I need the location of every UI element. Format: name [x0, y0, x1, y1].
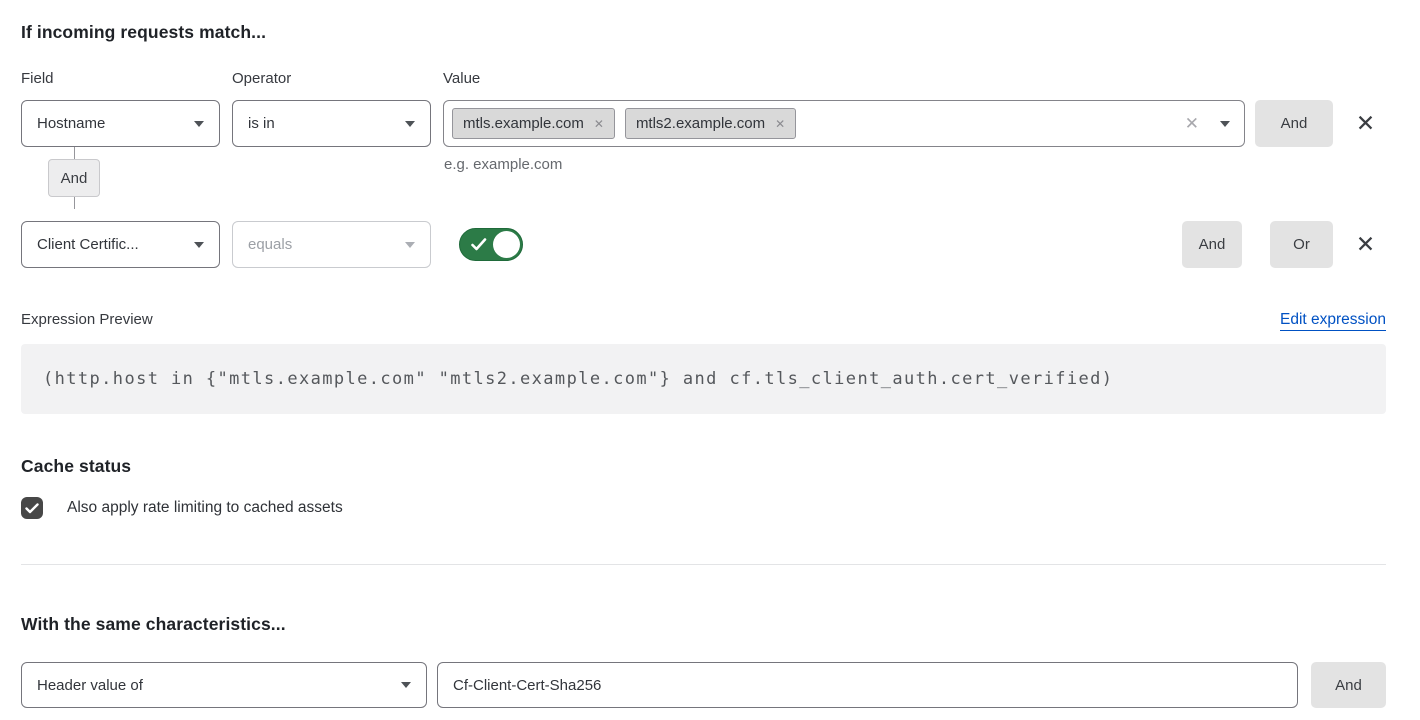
- and-button-row1[interactable]: And: [1255, 100, 1333, 147]
- cache-checkbox-row: Also apply rate limiting to cached asset…: [21, 497, 1386, 519]
- field-select-row2-value: Client Certific...: [37, 236, 139, 253]
- match-section-title: If incoming requests match...: [21, 22, 1386, 43]
- tag-remove-icon[interactable]: ✕: [594, 118, 604, 130]
- chevron-down-icon: [194, 242, 204, 248]
- characteristic-select[interactable]: Header value of: [21, 662, 427, 708]
- header-name-input[interactable]: [437, 662, 1298, 708]
- and-connector[interactable]: And: [48, 159, 100, 197]
- field-select-row1-value: Hostname: [37, 115, 105, 132]
- expression-header: Expression Preview Edit expression: [21, 311, 1386, 331]
- value-tag-text: mtls.example.com: [463, 115, 584, 132]
- clear-value-icon[interactable]: ✕: [1185, 115, 1199, 132]
- expression-preview-box: (http.host in {"mtls.example.com" "mtls2…: [21, 344, 1386, 414]
- field-column-label: Field: [21, 70, 220, 87]
- remove-row1-wrap: ✕: [1345, 112, 1386, 135]
- remove-condition-icon[interactable]: ✕: [1356, 112, 1375, 135]
- value-tag: mtls2.example.com ✕: [625, 108, 796, 139]
- check-icon: [471, 238, 487, 251]
- operator-column-label: Operator: [232, 70, 431, 87]
- operator-select-row1-value: is in: [248, 115, 275, 132]
- connector-wrap: And: [21, 147, 1386, 209]
- edit-expression-link[interactable]: Edit expression: [1280, 311, 1386, 331]
- value-multiselect-row1[interactable]: mtls.example.com ✕ mtls2.example.com ✕ ✕: [443, 100, 1245, 147]
- field-select-row2[interactable]: Client Certific...: [21, 221, 220, 268]
- remove-row2-wrap: ✕: [1345, 233, 1386, 256]
- tag-remove-icon[interactable]: ✕: [775, 118, 785, 130]
- and-button-row2[interactable]: And: [1182, 221, 1242, 268]
- remove-condition-icon[interactable]: ✕: [1356, 233, 1375, 256]
- chevron-down-icon: [194, 121, 204, 127]
- value-helper-text: e.g. example.com: [444, 156, 562, 173]
- cert-verified-toggle[interactable]: [459, 228, 523, 261]
- and-button-characteristics[interactable]: And: [1311, 662, 1386, 708]
- operator-select-row1[interactable]: is in: [232, 100, 431, 147]
- condition-row-2: Client Certific... equals And Or ✕: [21, 221, 1386, 268]
- chevron-down-icon: [401, 682, 411, 688]
- or-button-row2[interactable]: Or: [1270, 221, 1333, 268]
- cache-status-title: Cache status: [21, 456, 1386, 477]
- field-select-row1[interactable]: Hostname: [21, 100, 220, 147]
- check-icon: [25, 503, 39, 514]
- characteristics-row: Header value of And: [21, 662, 1386, 708]
- chevron-down-icon[interactable]: [1220, 121, 1230, 127]
- cached-assets-checkbox[interactable]: [21, 497, 43, 519]
- value-field-wrap: mtls.example.com ✕ mtls2.example.com ✕ ✕…: [443, 100, 1245, 147]
- condition-row-1: Hostname is in mtls.example.com ✕ mtls2.…: [21, 100, 1386, 147]
- condition-column-labels: Field Operator Value: [21, 70, 1386, 87]
- value-tag-text: mtls2.example.com: [636, 115, 765, 132]
- expression-code: (http.host in {"mtls.example.com" "mtls2…: [43, 369, 1113, 389]
- chevron-down-icon: [405, 242, 415, 248]
- toggle-knob: [493, 231, 520, 258]
- chevron-down-icon: [405, 121, 415, 127]
- expression-preview-label: Expression Preview: [21, 311, 153, 328]
- operator-select-row2-value: equals: [248, 236, 292, 253]
- value-column-label: Value: [443, 70, 1386, 87]
- cached-assets-label: Also apply rate limiting to cached asset…: [67, 499, 343, 517]
- rule-builder: If incoming requests match... Field Oper…: [0, 0, 1420, 708]
- value-tag: mtls.example.com ✕: [452, 108, 615, 139]
- characteristics-title: With the same characteristics...: [21, 614, 1386, 635]
- operator-select-row2: equals: [232, 221, 431, 268]
- section-divider: [21, 564, 1386, 565]
- characteristic-select-value: Header value of: [37, 677, 143, 694]
